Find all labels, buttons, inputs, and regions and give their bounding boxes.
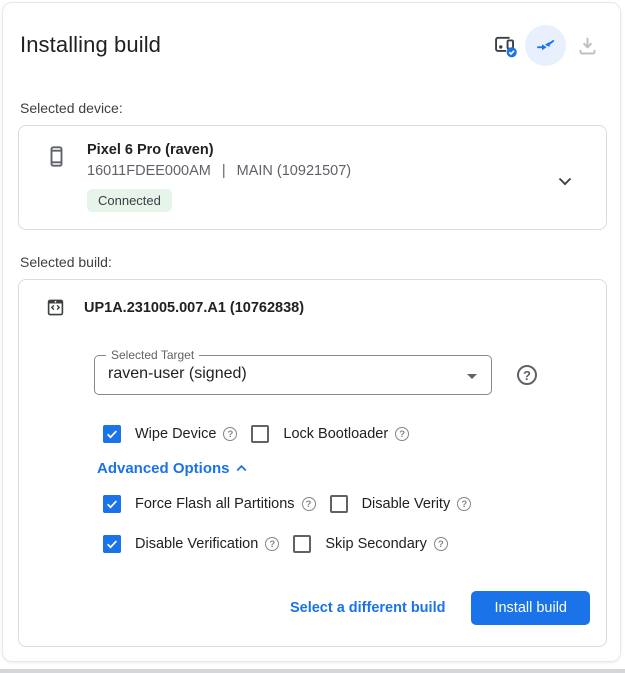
device-serial: 16011FDEE000AM [87,163,211,179]
build-title-row: UP1A.231005.007.A1 (10762838) [44,296,304,319]
selected-target-value: raven-user (signed) [108,365,247,383]
target-row: Selected Target raven-user (signed) ? [94,355,537,395]
device-info: Pixel 6 Pro (raven) 16011FDEE000AM | MAIN … [87,142,351,212]
check-icon [105,497,119,511]
help-icon[interactable]: ? [265,537,279,551]
device-summary: Pixel 6 Pro (raven) 16011FDEE000AM | MAIN … [19,126,606,212]
download-build-button[interactable] [566,24,608,66]
checkbox[interactable] [103,495,121,513]
status-badge: Connected [87,189,172,212]
checkbox[interactable] [103,535,121,553]
device-name: Pixel 6 Pro (raven) [87,142,351,159]
connect-arrows-icon [535,35,556,56]
help-icon[interactable]: ? [434,537,448,551]
actions-row: Select a different build Install build [290,591,590,625]
checkbox[interactable] [103,425,121,443]
connect-device-button[interactable] [525,25,566,66]
installing-build-dialog: Installing build [2,2,621,662]
checkbox-force-flash-all-partitions[interactable]: Force Flash all Partitions ? [103,495,316,513]
checkbox-lock-bootloader[interactable]: Lock Bootloader ? [251,425,409,443]
check-icon [105,427,119,441]
device-branch: MAIN (10921507) [237,163,351,179]
device-connected-icon[interactable] [483,24,525,66]
checkbox-disable-verity[interactable]: Disable Verity ? [330,495,472,513]
target-help-icon[interactable]: ? [517,365,537,385]
chevron-down-icon [553,169,577,193]
selected-target-dropdown[interactable]: Selected Target raven-user (signed) [94,355,492,395]
device-meta: 16011FDEE000AM | MAIN (10921507) [87,163,351,179]
options-row-2: Force Flash all Partitions ? Disable Ver… [103,495,471,513]
checkbox-skip-secondary[interactable]: Skip Secondary ? [293,535,448,553]
checkbox[interactable] [251,425,269,443]
advanced-options-toggle[interactable]: Advanced Options [97,459,251,478]
selected-build-label: Selected build: [20,254,112,270]
smartphone-icon [44,144,69,169]
help-icon[interactable]: ? [302,497,316,511]
chevron-up-icon [232,459,251,478]
selected-device-card: Pixel 6 Pro (raven) 16011FDEE000AM | MAIN … [18,125,607,230]
options-row-3: Disable Verification ? Skip Secondary ? [103,535,448,553]
device-with-check-icon [491,32,518,59]
help-icon[interactable]: ? [395,427,409,441]
checkbox[interactable] [293,535,311,553]
help-icon[interactable]: ? [223,427,237,441]
checkbox-disable-verification[interactable]: Disable Verification ? [103,535,279,553]
header-toolbar [483,24,608,66]
install-build-button[interactable]: Install build [471,591,590,625]
device-expand-button[interactable] [552,168,578,194]
help-icon[interactable]: ? [457,497,471,511]
build-id: UP1A.231005.007.A1 (10762838) [84,300,304,316]
selected-build-card: UP1A.231005.007.A1 (10762838) Selected T… [18,279,607,647]
download-icon [575,33,600,58]
checkbox[interactable] [330,495,348,513]
separator: | [222,163,226,179]
selected-device-label: Selected device: [20,100,123,116]
bottom-edge-divider [0,669,625,673]
build-code-icon [44,296,67,319]
page: Installing build [0,0,625,673]
options-row-1: Wipe Device ? Lock Bootloader ? [103,425,409,443]
selected-target-label: Selected Target [106,348,199,362]
dropdown-caret-icon [467,374,477,379]
page-title: Installing build [20,32,161,58]
select-different-build-button[interactable]: Select a different build [290,600,446,616]
checkbox-wipe-device[interactable]: Wipe Device ? [103,425,237,443]
check-icon [105,537,119,551]
